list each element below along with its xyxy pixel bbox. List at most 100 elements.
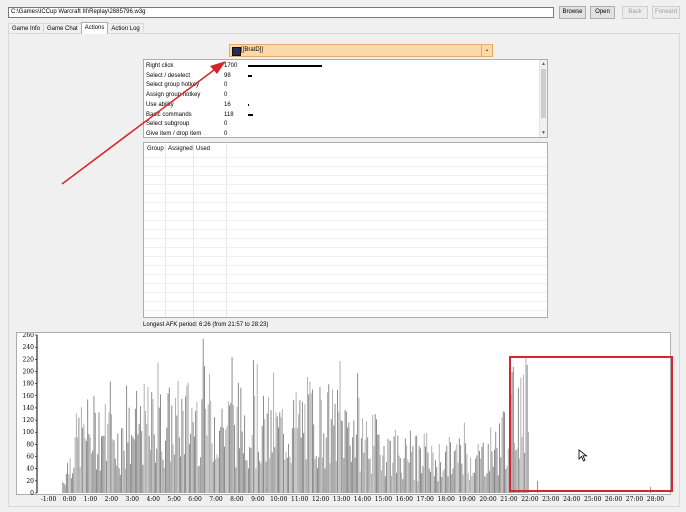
apm-bar <box>324 468 326 493</box>
apm-bar <box>245 460 247 493</box>
apm-bar <box>335 461 337 493</box>
apm-bar <box>355 434 357 493</box>
row-gridline <box>144 193 547 194</box>
col-header-group[interactable]: Group <box>147 146 164 152</box>
apm-bar <box>225 429 227 493</box>
apm-bar <box>196 401 198 493</box>
action-row[interactable]: Use ability 16 <box>146 100 536 110</box>
action-count: 1700 <box>224 63 238 69</box>
scroll-up-icon[interactable]: ▲ <box>540 60 547 68</box>
y-tick-label: 260 <box>23 333 35 339</box>
scroll-down-icon[interactable]: ▼ <box>540 129 547 137</box>
apm-bar <box>413 480 415 493</box>
apm-bar <box>133 439 135 493</box>
apm-bar <box>276 416 278 493</box>
row-gridline <box>144 283 547 284</box>
apm-bar <box>147 387 149 493</box>
x-tick-label: 11:00 <box>291 496 309 503</box>
apm-bar <box>448 437 450 493</box>
apm-bar <box>82 427 84 493</box>
action-list-scrollbar[interactable]: ▲ ▼ <box>539 60 547 137</box>
apm-bar <box>209 374 210 493</box>
apm-bar <box>281 409 283 493</box>
apm-bar <box>315 455 317 493</box>
apm-bar <box>431 445 433 493</box>
player-select[interactable]: [[BratD]] ⌄ <box>229 44 493 57</box>
col-header-used[interactable]: Used <box>196 146 210 152</box>
apm-bar <box>502 411 504 493</box>
x-tick-label: 24:00 <box>563 496 581 503</box>
open-button[interactable]: Open <box>590 6 615 19</box>
apm-bar <box>121 428 123 493</box>
tab-actions[interactable]: Actions <box>80 22 109 34</box>
x-tick-label: 15:00 <box>374 496 393 503</box>
apm-bar <box>138 423 140 493</box>
apm-bar <box>206 435 208 493</box>
action-row[interactable]: Basic commands 118 <box>146 110 536 120</box>
apm-bar <box>260 463 262 493</box>
apm-bar <box>217 457 219 493</box>
action-label: Basic commands <box>146 111 192 118</box>
x-tick-label: 6:00 <box>188 496 202 503</box>
col-header-assigned[interactable]: Assigned <box>168 146 193 152</box>
apm-bar <box>494 449 495 493</box>
tab-bar: Game Info Game Chat Actions Action Log <box>8 22 144 34</box>
action-row[interactable]: Select group hotkey 0 <box>146 80 536 90</box>
apm-bar <box>83 423 85 493</box>
browse-button[interactable]: Browse <box>559 6 586 19</box>
apm-bar <box>215 459 217 493</box>
action-row[interactable]: Select / deselect 98 <box>146 71 536 81</box>
apm-bar <box>155 462 156 493</box>
action-label: Give item / drop item <box>146 130 202 137</box>
apm-bar <box>330 419 332 493</box>
apm-bar <box>344 410 346 493</box>
apm-bar <box>201 399 203 493</box>
forward-button[interactable]: Forward <box>652 6 680 19</box>
apm-bar <box>436 467 438 493</box>
apm-bar <box>362 418 364 493</box>
apm-bar <box>372 414 374 493</box>
apm-bar <box>269 458 271 493</box>
apm-bar <box>296 428 298 493</box>
apm-bar <box>124 468 126 493</box>
path-input[interactable]: C:\Games\ICCup Warcraft III\Replay\28857… <box>8 7 554 18</box>
apm-bar <box>461 463 463 493</box>
apm-bar <box>103 435 105 493</box>
y-tick-label: 180 <box>23 381 35 388</box>
y-tick-label: 200 <box>23 368 35 375</box>
action-label: Right click <box>146 63 174 69</box>
apm-bar <box>72 473 74 493</box>
action-list[interactable]: Right click 1700 Select / deselect 98 Select… <box>143 59 548 138</box>
action-label: Use ability <box>146 101 174 108</box>
apm-bar <box>411 452 413 493</box>
apm-bar <box>447 476 449 493</box>
action-count: 0 <box>224 82 228 89</box>
apm-bar <box>94 412 96 493</box>
action-row[interactable]: Assign group hotkey 0 <box>146 90 536 100</box>
chevron-down-icon[interactable]: ⌄ <box>481 45 492 56</box>
row-gridline <box>144 157 547 158</box>
scroll-thumb[interactable] <box>541 69 546 118</box>
action-row[interactable]: Select subgroup 0 <box>146 119 536 129</box>
apm-bar <box>445 451 446 493</box>
apm-bar <box>176 415 178 493</box>
row-gridline <box>144 211 547 212</box>
apm-bar <box>163 467 165 493</box>
apm-bar <box>273 372 274 493</box>
apm-bar <box>275 412 277 493</box>
apm-bar <box>337 389 338 493</box>
apm-bar <box>183 454 185 493</box>
back-button[interactable]: Back <box>622 6 648 19</box>
apm-bar <box>75 413 77 493</box>
apm-bar <box>231 357 233 493</box>
group-table[interactable]: Group Assigned Used <box>143 142 548 318</box>
action-row[interactable]: Give item / drop item 0 <box>146 129 536 137</box>
apm-bar <box>263 395 264 493</box>
x-tick-label: -1:00 <box>40 496 57 503</box>
apm-bar <box>377 434 379 493</box>
action-row[interactable]: Right click 1700 <box>146 61 536 71</box>
apm-bar <box>268 397 269 493</box>
apm-bar <box>191 407 193 493</box>
apm-bar <box>192 422 194 493</box>
action-bar <box>248 65 322 67</box>
